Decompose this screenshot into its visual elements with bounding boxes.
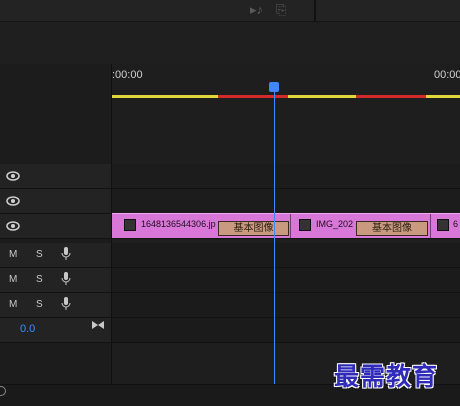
video-track-v3[interactable] — [0, 164, 460, 189]
mute-button[interactable]: M — [9, 299, 17, 310]
master-volume-value[interactable]: 0.0 — [20, 323, 35, 335]
solo-button[interactable]: S — [36, 299, 43, 310]
time-ruler[interactable]: :00:00 00:00 — [112, 64, 460, 100]
clip-boundary — [290, 214, 291, 238]
clip-track-content[interactable]: 1648136544306.jp 基本图像 IMG_202 基本图像 6 — [112, 213, 460, 238]
render-bar-segment — [356, 95, 426, 98]
track-header-a2: M S — [0, 268, 112, 292]
clip-name[interactable]: 6 — [453, 219, 458, 229]
watermark-text: 最需教育 — [334, 362, 439, 391]
microphone-icon[interactable] — [61, 272, 71, 286]
fx-badge-icon — [124, 219, 136, 231]
clip-name[interactable]: 1648136544306.jp — [141, 219, 216, 229]
timeline-header — [0, 22, 460, 64]
render-bar-segment — [218, 95, 288, 98]
bowtie-icon[interactable] — [91, 320, 105, 330]
clip-boundary — [430, 214, 431, 238]
timecode-next: 00:00 — [434, 69, 460, 81]
audio-track-a2[interactable]: M S — [0, 268, 460, 293]
eye-icon[interactable] — [6, 169, 20, 183]
music-note-icon[interactable]: ▸♪ — [250, 2, 263, 18]
work-area-bar-segment[interactable] — [112, 95, 218, 98]
microphone-icon[interactable] — [61, 247, 71, 261]
mute-button[interactable]: M — [9, 274, 17, 285]
solo-button[interactable]: S — [36, 249, 43, 260]
track-header-v3 — [0, 164, 112, 188]
fx-badge-icon — [299, 219, 311, 231]
work-area-bar-segment[interactable] — [288, 95, 356, 98]
panel-divider — [314, 0, 316, 21]
top-toolbar: ▸♪ ⎘ — [0, 0, 460, 22]
timecode-start: :00:00 — [112, 69, 143, 81]
video-track-v2[interactable] — [0, 189, 460, 214]
track-header-a1: M S — [0, 243, 112, 267]
audio-track-a3[interactable]: M S — [0, 293, 460, 318]
audio-track-a1[interactable]: M S — [0, 243, 460, 268]
transition-effect[interactable]: 基本图像 — [356, 221, 428, 236]
playhead-line — [274, 86, 275, 384]
eye-icon[interactable] — [6, 219, 20, 233]
work-area-bar-segment[interactable] — [426, 95, 460, 98]
eye-icon[interactable] — [6, 194, 20, 208]
track-header-a3: M S — [0, 293, 112, 317]
solo-button[interactable]: S — [36, 274, 43, 285]
track-header-v1 — [0, 214, 112, 238]
microphone-icon[interactable] — [61, 297, 71, 311]
export-frame-icon[interactable]: ⎘ — [276, 2, 286, 18]
scroll-handle[interactable] — [0, 386, 6, 396]
transition-effect[interactable]: 基本图像 — [218, 221, 289, 236]
master-track[interactable] — [0, 318, 460, 343]
track-header-v2 — [0, 189, 112, 213]
fx-badge-icon — [437, 219, 449, 231]
playhead-handle[interactable] — [269, 82, 279, 92]
clip-name[interactable]: IMG_202 — [316, 219, 353, 229]
mute-button[interactable]: M — [9, 249, 17, 260]
